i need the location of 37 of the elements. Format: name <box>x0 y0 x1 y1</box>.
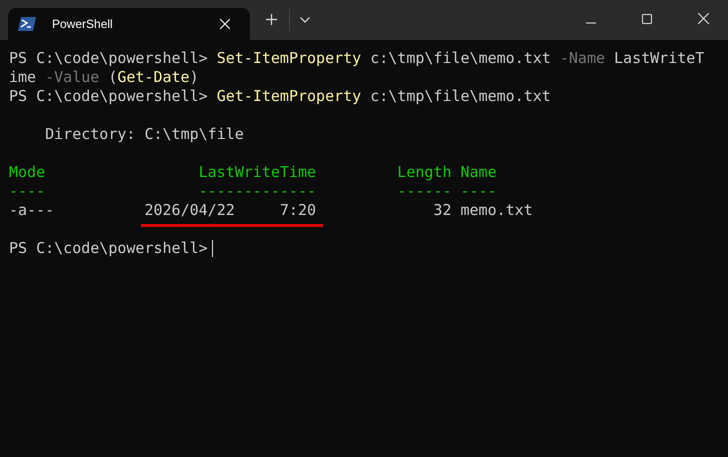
column-rule: ------ <box>397 182 452 201</box>
minimize-icon[interactable] <box>586 22 596 24</box>
column-rule: ---- <box>460 182 497 201</box>
chevron-down-icon[interactable] <box>300 17 310 23</box>
table-cell: 32 <box>433 201 452 220</box>
table-cell: memo.txt <box>460 201 533 220</box>
parameter-text: -Value <box>45 68 100 87</box>
new-tab-icon[interactable] <box>266 14 277 25</box>
terminal-tab[interactable]: PowerShell <box>8 8 250 40</box>
maximize-icon[interactable] <box>642 14 652 24</box>
argument-text: ) <box>190 68 199 86</box>
command-text: Get-ItemProperty <box>216 87 362 106</box>
directory-text: Directory: C:\tmp\file <box>45 125 244 144</box>
argument-text: ime <box>9 68 36 87</box>
column-rule: ------------- <box>198 182 316 201</box>
argument-text: ( <box>108 68 118 86</box>
powershell-icon <box>18 17 36 31</box>
prompt-text: PS C:\code\powershell> <box>9 49 208 68</box>
table-cell: 2026/04/22 <box>144 201 235 220</box>
argument-text: LastWriteT <box>614 49 704 68</box>
argument-text: c:\tmp\file\memo.txt <box>370 87 551 106</box>
close-icon[interactable] <box>698 13 709 24</box>
argument-text: c:\tmp\file\memo.txt <box>370 49 551 68</box>
prompt-text: PS C:\code\powershell> <box>9 239 208 258</box>
parameter-text: -Name <box>560 49 606 68</box>
column-rule: ---- <box>9 182 46 201</box>
column-header: Mode <box>9 163 46 182</box>
command-text: Set-ItemProperty <box>216 49 362 68</box>
table-cell-text: -a--- <box>9 201 56 220</box>
command-text: Get-Date <box>117 68 190 86</box>
table-cell: 7:20 <box>280 201 316 220</box>
column-header: Name <box>460 163 497 182</box>
close-tab-icon[interactable] <box>220 19 230 29</box>
prompt-text: PS C:\code\powershell> <box>9 87 208 106</box>
column-header: LastWriteTime <box>198 163 316 182</box>
tab-title: PowerShell <box>52 17 114 31</box>
column-header: Length <box>397 163 452 182</box>
